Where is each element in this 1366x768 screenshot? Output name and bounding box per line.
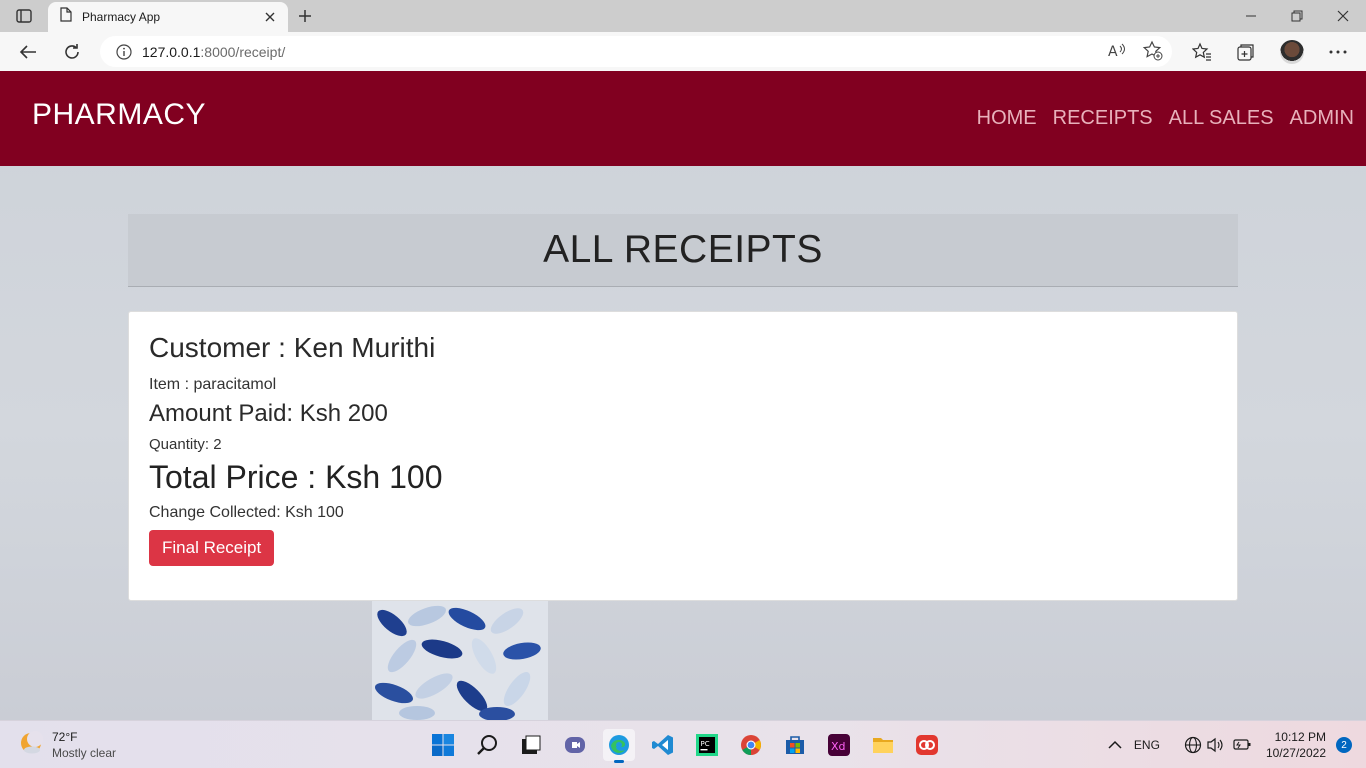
svg-text:Xd: Xd	[831, 740, 846, 753]
window-controls	[1228, 0, 1366, 32]
chrome-icon[interactable]	[735, 729, 767, 761]
nav-home[interactable]: HOME	[977, 107, 1037, 130]
minimize-icon[interactable]	[1228, 0, 1274, 32]
weather-condition: Mostly clear	[52, 746, 117, 760]
clock-time: 10:12 PM	[1274, 730, 1326, 744]
nav-all-sales[interactable]: ALL SALES	[1169, 107, 1274, 130]
task-view-icon[interactable]	[515, 729, 547, 761]
brand-logo[interactable]: PHARMACY	[32, 98, 206, 132]
browser-tab[interactable]: Pharmacy App	[48, 2, 288, 32]
taskbar: 72°F Mostly clear PC Xd ENG 10:12 PM 10/…	[0, 720, 1366, 768]
amount-paid: Amount Paid: Ksh 200	[149, 400, 388, 427]
tab-title: Pharmacy App	[82, 10, 161, 24]
refresh-icon[interactable]	[56, 36, 88, 68]
back-arrow-icon[interactable]	[12, 36, 44, 68]
windows-start-icon[interactable]	[427, 729, 459, 761]
url-text: 127.0.0.1:8000/receipt/	[142, 43, 286, 60]
receipt-card: Customer : Ken Murithi Item : paracitamo…	[128, 311, 1238, 601]
creative-cloud-icon[interactable]	[911, 729, 943, 761]
favorites-icon[interactable]	[1186, 36, 1218, 68]
edge-browser-icon[interactable]	[603, 729, 635, 763]
page-viewport: PHARMACY HOME RECEIPTS ALL SALES ADMIN A…	[0, 71, 1366, 720]
vscode-icon[interactable]	[647, 729, 679, 761]
clock-date: 10/27/2022	[1265, 746, 1326, 760]
tab-actions-icon[interactable]	[10, 6, 38, 26]
browser-toolbar: 127.0.0.1:8000/receipt/ A	[0, 32, 1366, 71]
system-tray: ENG 10:12 PM 10/27/2022 2	[1108, 721, 1366, 768]
moon-icon	[18, 730, 44, 761]
pill-bottle-image	[372, 601, 548, 720]
profile-avatar[interactable]	[1280, 40, 1304, 64]
chevron-up-icon[interactable]	[1108, 740, 1122, 750]
adobe-xd-icon[interactable]: Xd	[823, 729, 855, 761]
nav-links: HOME RECEIPTS ALL SALES ADMIN	[977, 107, 1354, 130]
pycharm-icon[interactable]: PC	[691, 729, 723, 761]
site-navbar: PHARMACY HOME RECEIPTS ALL SALES ADMIN	[0, 71, 1366, 166]
network-icon[interactable]	[1184, 736, 1202, 754]
collections-icon[interactable]	[1230, 36, 1262, 68]
taskbar-apps: PC Xd	[427, 729, 943, 763]
address-bar[interactable]: 127.0.0.1:8000/receipt/ A	[100, 36, 1172, 67]
item-name: Item : paracitamol	[149, 376, 277, 393]
close-window-icon[interactable]	[1320, 0, 1366, 32]
nav-receipts[interactable]: RECEIPTS	[1053, 107, 1153, 130]
change-collected: Change Collected: Ksh 100	[149, 504, 344, 521]
more-menu-icon[interactable]	[1322, 36, 1354, 68]
store-icon[interactable]	[779, 729, 811, 761]
weather-temp: 72°F	[52, 730, 78, 744]
new-tab-button[interactable]	[292, 4, 318, 28]
final-receipt-button[interactable]: Final Receipt	[149, 530, 275, 566]
nav-admin[interactable]: ADMIN	[1290, 107, 1354, 130]
volume-icon[interactable]	[1206, 736, 1224, 754]
battery-icon[interactable]	[1232, 738, 1252, 752]
clock[interactable]: 10:12 PM 10/27/2022	[1266, 729, 1326, 761]
svg-text:A: A	[1108, 44, 1118, 60]
page-title: ALL RECEIPTS	[543, 228, 823, 271]
notification-badge[interactable]: 2	[1336, 737, 1352, 753]
page-header: ALL RECEIPTS	[128, 214, 1238, 287]
read-aloud-icon[interactable]: A	[1106, 40, 1128, 67]
customer-name: Customer : Ken Murithi	[149, 332, 436, 363]
add-favorite-icon[interactable]	[1142, 40, 1164, 67]
search-icon[interactable]	[471, 729, 503, 761]
quantity: Quantity: 2	[149, 436, 222, 453]
teams-chat-icon[interactable]	[559, 729, 591, 761]
tab-strip: Pharmacy App	[0, 0, 1366, 32]
svg-text:PC: PC	[701, 740, 710, 748]
close-tab-icon[interactable]	[260, 7, 280, 27]
total-price: Total Price : Ksh 100	[149, 459, 443, 495]
weather-widget[interactable]: 72°F Mostly clear	[18, 729, 116, 761]
file-explorer-icon[interactable]	[867, 729, 899, 761]
page-icon	[60, 7, 72, 27]
language-indicator[interactable]: ENG	[1134, 738, 1160, 752]
restore-icon[interactable]	[1274, 0, 1320, 32]
info-icon[interactable]	[116, 43, 132, 60]
